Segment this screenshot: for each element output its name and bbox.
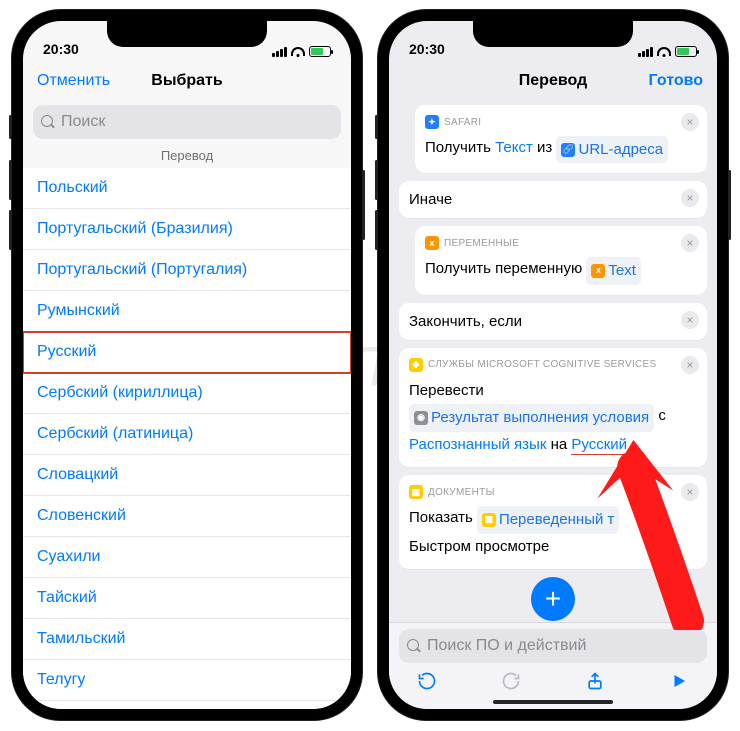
language-item[interactable]: Тайский [23,578,351,619]
action-header: ДОКУМЕНТЫ [428,487,495,498]
text: Иначе [409,191,452,208]
action-header: СЛУЖБЫ MICROSOFT COGNITIVE SERVICES [428,359,657,370]
search-icon [407,639,421,653]
language-item[interactable]: Словенский [23,496,351,537]
remove-action-icon[interactable]: × [681,311,699,329]
done-button[interactable]: Готово [649,72,703,90]
language-item[interactable]: Турецкий [23,701,351,709]
param-to-lang[interactable]: Русский [571,436,627,455]
home-indicator [493,700,613,704]
language-item[interactable]: Словацкий [23,455,351,496]
action-header: SAFARI [444,117,481,128]
text: Получить [425,139,491,156]
action-endif[interactable]: × Закончить, если [399,303,707,340]
safari-icon: ✦ [425,115,439,129]
token-if-result[interactable]: ◉Результат выполнения условия [409,404,654,432]
var-icon: x [591,264,605,278]
result-icon: ◉ [414,411,428,425]
search-input[interactable]: Поиск [33,105,341,139]
battery-icon [309,46,331,57]
share-button[interactable] [585,671,605,691]
language-item[interactable]: Португальский (Бразилия) [23,209,351,250]
language-item[interactable]: Румынский [23,291,351,332]
search-placeholder: Поиск ПО и действий [427,637,586,655]
action-get-variable[interactable]: × x ПЕРЕМЕННЫЕ Получить переменную xText [415,226,707,294]
remove-action-icon[interactable]: × [681,189,699,207]
text: на [551,436,568,453]
remove-action-icon[interactable]: × [681,113,699,131]
text: Быстром просмотре [409,538,549,555]
documents-icon: ▦ [409,485,423,499]
phone-left: 20:30 Отменить Выбрать Поиск Перевод Пол… [12,10,362,720]
link-icon: 🔗 [561,143,575,157]
action-search-input[interactable]: Поиск ПО и действий [399,629,707,663]
language-item[interactable]: Телугу [23,660,351,701]
cellular-icon [638,47,653,57]
text: с [658,407,666,424]
battery-icon [675,46,697,57]
param-from-lang[interactable]: Распознанный язык [409,436,546,453]
variables-icon: x [425,236,439,250]
action-header: ПЕРЕМЕННЫЕ [444,238,519,249]
language-item[interactable]: Суахили [23,537,351,578]
play-button[interactable] [669,671,689,691]
bottom-bar: Поиск ПО и действий [389,622,717,709]
language-item[interactable]: Тамильский [23,619,351,660]
text: из [537,139,552,156]
notch [473,21,633,47]
cellular-icon [272,47,287,57]
action-show-document[interactable]: × ▦ ДОКУМЕНТЫ Показать ▦Переведенный т Б… [399,475,707,569]
wifi-icon [657,47,671,57]
language-item[interactable]: Русский [23,332,351,373]
cancel-button[interactable]: Отменить [37,72,110,90]
token-translated[interactable]: ▦Переведенный т [477,506,619,534]
text: Показать [409,509,473,526]
action-else[interactable]: × Иначе [399,181,707,218]
wifi-icon [291,47,305,57]
language-item[interactable]: Польский [23,168,351,209]
language-item[interactable]: Сербский (кириллица) [23,373,351,414]
search-placeholder: Поиск [61,113,105,131]
action-translate[interactable]: × ◆ СЛУЖБЫ MICROSOFT COGNITIVE SERVICES … [399,348,707,467]
section-header: Перевод [23,145,351,168]
shortcut-editor: × ✦ SAFARI Получить Текст из 🔗URL-адреса… [389,101,717,629]
cognitive-icon: ◆ [409,358,423,372]
notch [107,21,267,47]
phone-right: 20:30 Перевод Готово × ✦ SAFARI [378,10,728,720]
redo-button[interactable] [501,671,521,691]
remove-action-icon[interactable]: × [681,356,699,374]
status-time: 20:30 [43,41,79,57]
nav-bar: Перевод Готово [389,61,717,101]
token-url[interactable]: 🔗URL-адреса [556,136,668,164]
token-variable[interactable]: xText [586,257,641,285]
undo-button[interactable] [417,671,437,691]
search-icon [41,115,55,129]
text: Закончить, если [409,313,522,330]
doc-icon: ▦ [482,513,496,527]
language-item[interactable]: Португальский (Португалия) [23,250,351,291]
text: Перевести [409,382,484,399]
language-item[interactable]: Сербский (латиница) [23,414,351,455]
nav-bar: Отменить Выбрать [23,61,351,101]
text: Получить переменную [425,260,582,277]
param-text[interactable]: Текст [495,139,533,156]
status-time: 20:30 [409,41,445,57]
action-safari[interactable]: × ✦ SAFARI Получить Текст из 🔗URL-адреса [415,105,707,173]
language-list: ПольскийПортугальский (Бразилия)Португал… [23,168,351,709]
add-action-button[interactable]: + [531,577,575,621]
